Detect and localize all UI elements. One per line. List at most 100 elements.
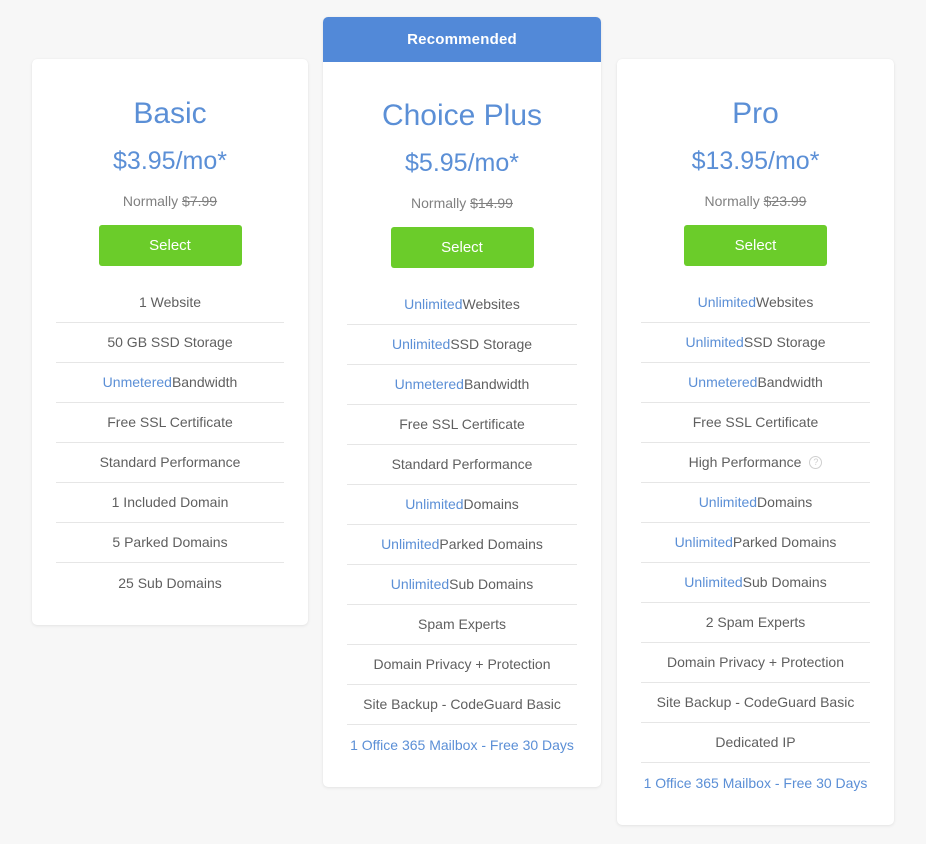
feature-item: 5 Parked Domains	[56, 523, 284, 563]
plan-card-basic: Basic $3.95/mo* Normally $7.99 Select 1 Webs…	[32, 59, 308, 625]
feature-label: Standard Performance	[99, 454, 241, 470]
feature-item: High Performance?	[641, 443, 870, 483]
feature-label: Websites	[756, 294, 814, 310]
feature-item: Unlimited Parked Domains	[641, 523, 870, 563]
normally-struck-price: $7.99	[182, 192, 218, 209]
feature-item: Unmetered Bandwidth	[347, 365, 577, 405]
plan-normally-price: Normally $7.99	[47, 176, 293, 209]
feature-item: Site Backup - CodeGuard Basic	[347, 685, 577, 725]
feature-highlight: Unmetered	[688, 374, 758, 390]
feature-label: 50 GB SSD Storage	[107, 334, 233, 350]
help-icon[interactable]: ?	[809, 455, 823, 469]
plan-price: $13.95/mo*	[691, 147, 820, 175]
select-button[interactable]: Select	[98, 224, 242, 266]
recommended-badge: Recommended	[323, 17, 601, 62]
feature-item: Unmetered Bandwidth	[56, 363, 284, 403]
feature-item: Unlimited Websites	[641, 283, 870, 323]
select-button[interactable]: Select	[390, 226, 534, 268]
normally-label: Normally	[704, 192, 760, 209]
feature-item: Unmetered Bandwidth	[641, 363, 870, 403]
feature-item: Unlimited Sub Domains	[347, 565, 577, 605]
feature-item: 1 Office 365 Mailbox - Free 30 Days	[641, 763, 870, 803]
plan-name: Choice Plus	[381, 99, 543, 132]
feature-item: Unlimited Parked Domains	[347, 525, 577, 565]
feature-label: Bandwidth	[171, 374, 238, 390]
feature-item: Unlimited Domains	[641, 483, 870, 523]
feature-item: Free SSL Certificate	[347, 405, 577, 445]
feature-highlight: Unmetered	[394, 376, 464, 392]
feature-list: 1 Website 50 GB SSD Storage Unmetered Band…	[47, 283, 293, 625]
feature-highlight: Unmetered	[102, 374, 172, 390]
feature-label: Sub Domains	[742, 574, 827, 590]
feature-item: Standard Performance	[347, 445, 577, 485]
feature-highlight: Unlimited	[698, 494, 758, 510]
feature-label: 1 Office 365 Mailbox - Free 30 Days	[643, 774, 868, 791]
feature-label: Websites	[462, 296, 520, 312]
feature-item: Unlimited Domains	[347, 485, 577, 525]
feature-highlight: Unlimited	[404, 296, 463, 312]
plan-card-body: Basic $3.95/mo* Normally $7.99 Select 1 Webs…	[32, 59, 308, 625]
select-button-row: Select	[47, 209, 293, 266]
feature-label: Bandwidth	[757, 374, 823, 390]
feature-item: Unlimited SSD Storage	[641, 323, 870, 363]
normally-struck-price: $14.99	[470, 194, 513, 211]
feature-label: Free SSL Certificate	[399, 416, 525, 432]
plan-normally-price: Normally $23.99	[632, 176, 879, 209]
feature-item: Dedicated IP	[641, 723, 870, 763]
feature-item: Domain Privacy + Protection	[347, 645, 577, 685]
feature-label: Standard Performance	[391, 456, 533, 472]
plan-card-choice-plus: Recommended Choice Plus $5.95/mo* Normally …	[323, 17, 601, 787]
feature-item: Standard Performance	[56, 443, 284, 483]
plan-card-body: Pro $13.95/mo* Normally $23.99 Select Unlimi…	[617, 59, 894, 825]
feature-label: 2 Spam Experts	[705, 614, 806, 630]
feature-item: Unlimited Websites	[347, 285, 577, 325]
plan-card-pro: Pro $13.95/mo* Normally $23.99 Select Unlimi…	[617, 59, 894, 825]
feature-highlight: Unlimited	[697, 294, 757, 310]
feature-item: Free SSL Certificate	[641, 403, 870, 443]
feature-label: Free SSL Certificate	[692, 414, 819, 430]
plan-card-body: Choice Plus $5.95/mo* Normally $14.99 Selec…	[323, 62, 601, 787]
feature-label: Domains	[757, 494, 813, 510]
feature-highlight: Unlimited	[390, 576, 450, 592]
feature-label: 1 Office 365 Mailbox - Free 30 Days	[350, 736, 574, 753]
feature-label: Domains	[463, 496, 519, 512]
feature-label: SSD Storage	[450, 336, 533, 352]
feature-item: Site Backup - CodeGuard Basic	[641, 683, 870, 723]
plan-price: $3.95/mo*	[113, 147, 227, 175]
plan-normally-price: Normally $14.99	[338, 178, 586, 211]
feature-label: Sub Domains	[449, 576, 534, 592]
pricing-table: Basic $3.95/mo* Normally $7.99 Select 1 Webs…	[0, 0, 926, 844]
feature-item: Free SSL Certificate	[56, 403, 284, 443]
feature-list: Unlimited Websites Unlimited SSD Storage U…	[632, 283, 879, 825]
feature-list: Unlimited Websites Unlimited SSD Storage U…	[338, 285, 586, 787]
feature-label: Dedicated IP	[715, 734, 796, 750]
feature-label: SSD Storage	[743, 334, 826, 350]
plan-name: Basic	[133, 97, 207, 130]
plan-name: Pro	[732, 97, 779, 130]
feature-label: 1 Website	[139, 294, 201, 310]
select-button-row: Select	[338, 211, 586, 268]
feature-highlight: Unlimited	[381, 536, 440, 552]
feature-label: 1 Included Domain	[111, 494, 229, 510]
feature-label: Site Backup - CodeGuard Basic	[656, 694, 855, 710]
feature-item: 50 GB SSD Storage	[56, 323, 284, 363]
feature-label: 5 Parked Domains	[112, 534, 228, 550]
feature-highlight: Unlimited	[685, 334, 744, 350]
feature-item: 25 Sub Domains	[56, 563, 284, 603]
feature-item: Domain Privacy + Protection	[641, 643, 870, 683]
feature-label: High Performance	[688, 454, 802, 470]
feature-item: Spam Experts	[347, 605, 577, 645]
feature-label: Domain Privacy + Protection	[666, 654, 845, 670]
feature-highlight: Unlimited	[405, 496, 464, 512]
feature-item: Unlimited SSD Storage	[347, 325, 577, 365]
feature-label: Domain Privacy + Protection	[373, 656, 551, 672]
normally-struck-price: $23.99	[763, 192, 807, 209]
feature-label: Parked Domains	[732, 534, 837, 550]
select-button[interactable]: Select	[684, 224, 827, 266]
feature-label: Spam Experts	[418, 616, 506, 632]
feature-label: 25 Sub Domains	[118, 574, 222, 591]
feature-highlight: Unlimited	[684, 574, 743, 590]
feature-item: 2 Spam Experts	[641, 603, 870, 643]
select-button-row: Select	[632, 209, 879, 266]
feature-item: 1 Office 365 Mailbox - Free 30 Days	[347, 725, 577, 765]
